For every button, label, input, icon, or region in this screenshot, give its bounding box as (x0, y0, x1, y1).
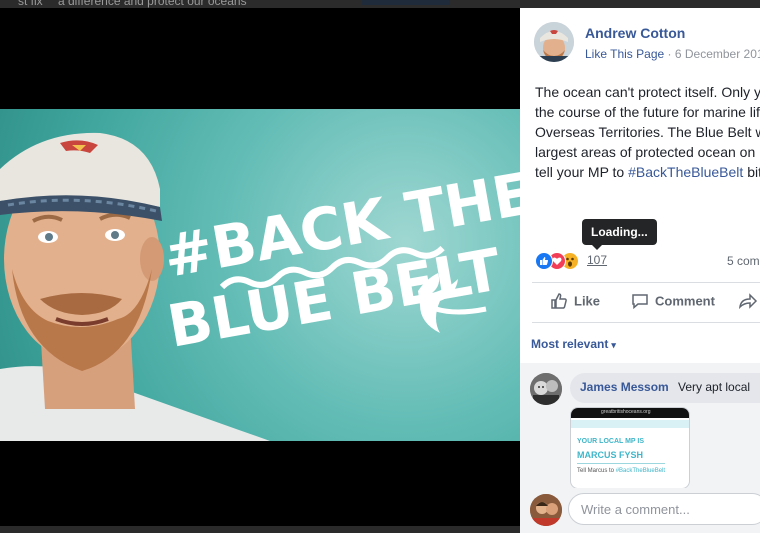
divider (532, 282, 760, 283)
attachment-hashtag: #BackTheBlueBelt (615, 468, 666, 474)
author-name[interactable]: Andrew Cotton (585, 25, 685, 41)
post-text-line: largest areas of protected ocean on (535, 144, 756, 160)
thumbs-up-icon (551, 293, 567, 309)
post-meta: Like This Page · 6 December 201 (585, 47, 760, 61)
background-button (362, 0, 450, 5)
like-page-link[interactable]: Like This Page (585, 47, 664, 61)
meta-separator: · (664, 47, 675, 61)
commenter-avatar-illustration (530, 373, 562, 405)
like-label: Like (574, 293, 601, 309)
like-button[interactable]: Like (550, 292, 600, 312)
reaction-count[interactable]: 107 (587, 253, 607, 267)
write-comment-input[interactable]: Write a comment... (568, 493, 760, 525)
commenter-name[interactable]: James Messom (580, 380, 669, 394)
attachment-divider (577, 463, 665, 464)
post-text: The ocean can't protect itself. Only y t… (535, 82, 760, 182)
comment-composer: Write a comment... (520, 488, 760, 533)
attachment-line3: Tell Marcus to #BackTheBlueBelt (577, 468, 665, 474)
share-button[interactable] (738, 292, 760, 312)
comment-label: Comment (655, 293, 715, 309)
post-date[interactable]: 6 December 201 (675, 47, 760, 61)
post-text-line: tell your MP to #BackTheBlueBelt bit (535, 162, 760, 182)
background-text-left: st fix (18, 0, 43, 8)
post-sidebar: Andrew Cotton Like This Page · 6 Decembe… (520, 8, 760, 533)
bottom-page-strip (0, 526, 520, 533)
photo-illustration: #BACK THE BLUE BELT (0, 132, 520, 441)
comment-bubble-icon (632, 294, 648, 310)
photo-stage[interactable]: #BACK THE BLUE BELT (0, 8, 520, 526)
write-comment-placeholder: Write a comment... (581, 502, 690, 517)
current-user-avatar[interactable] (530, 494, 562, 526)
attachment-header-band (571, 420, 689, 428)
post-text-line: the course of the future for marine lif (535, 104, 760, 120)
post-text-line: The ocean can't protect itself. Only y (535, 84, 760, 100)
like-icon (535, 252, 553, 270)
comments-count[interactable]: 5 com (727, 254, 760, 268)
hashtag-link[interactable]: #BackTheBlueBelt (628, 164, 743, 180)
attachment-url: greatbritishoceans.org (601, 409, 651, 415)
comment-text: Very apt local (678, 380, 751, 394)
loading-tooltip: Loading... (582, 219, 657, 250)
attachment-line2: MARCUS FYSH (577, 450, 644, 460)
background-text-right: a difference and protect our oceans (58, 0, 247, 8)
post-text-segment: tell your MP to (535, 164, 629, 180)
post-photo[interactable]: #BACK THE BLUE BELT (0, 109, 520, 441)
chevron-down-icon: ▾ (611, 340, 616, 350)
author-avatar[interactable] (534, 22, 574, 62)
author-avatar-illustration (534, 22, 574, 62)
sort-label: Most relevant (531, 337, 609, 351)
comment-attachment-image[interactable]: greatbritishoceans.org YOUR LOCAL MP IS … (570, 407, 690, 489)
divider (532, 322, 760, 323)
share-arrow-icon (738, 293, 758, 310)
current-user-avatar-illustration (530, 494, 562, 526)
post-text-line: Overseas Territories. The Blue Belt w (535, 124, 760, 140)
post-text-tail: bit (747, 164, 760, 180)
background-page-strip: st fix a difference and protect our ocea… (0, 0, 760, 8)
attachment-line3-prefix: Tell Marcus to (577, 468, 616, 474)
comment-list: James Messom Very apt local greatbritish… (520, 363, 760, 489)
comment-sort-dropdown[interactable]: Most relevant ▾ (531, 337, 616, 351)
attachment-line1: YOUR LOCAL MP IS (577, 438, 645, 445)
commenter-avatar[interactable] (530, 373, 562, 405)
comment-button[interactable]: Comment (631, 292, 715, 312)
